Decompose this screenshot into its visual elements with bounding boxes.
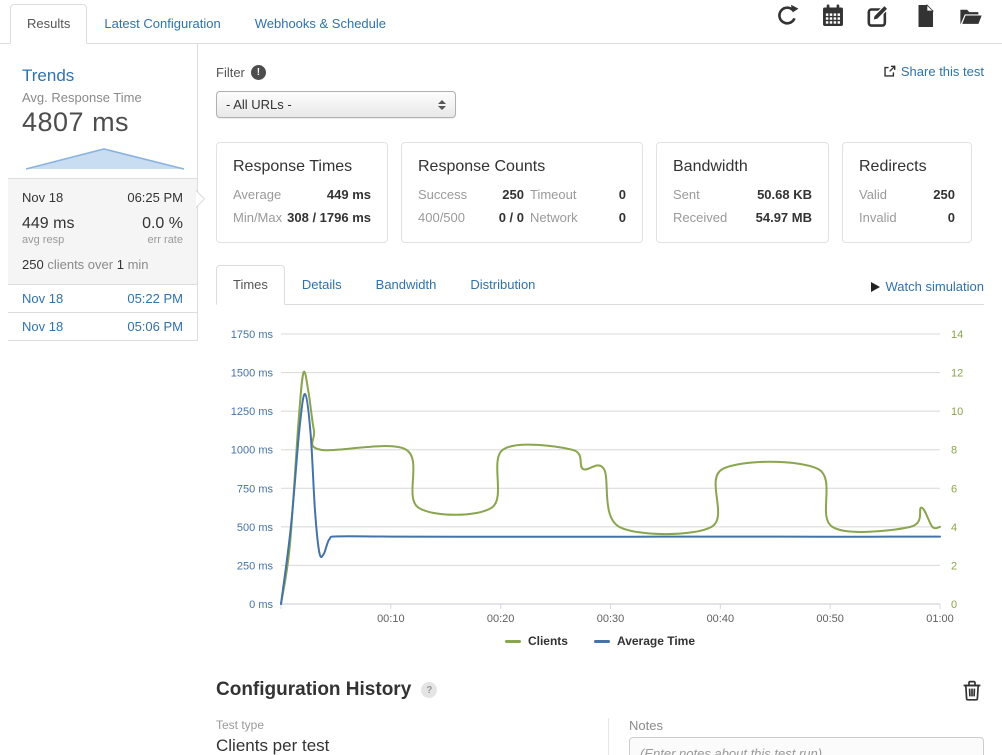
refresh-icon[interactable]	[774, 3, 800, 29]
chart-tab-bar: Times Details Bandwidth Distribution Wat…	[216, 265, 984, 305]
err-rate-caption: err rate	[148, 234, 183, 246]
svg-text:00:50: 00:50	[816, 613, 844, 625]
svg-text:2: 2	[951, 560, 957, 572]
notes-label: Notes	[629, 718, 984, 733]
trend-run-item[interactable]: Nov 18 05:06 PM	[8, 313, 197, 341]
filter-label: Filter !	[216, 65, 266, 80]
run-date: Nov 18	[22, 190, 63, 205]
svg-text:6: 6	[951, 483, 957, 495]
summary-cards: Response Times Average449 ms Min/Max308 …	[216, 142, 984, 243]
notes-textarea[interactable]	[629, 737, 984, 755]
legend-item-average-time[interactable]: Average Time	[594, 634, 695, 648]
avg-response-time-label: Avg. Response Time	[22, 90, 197, 105]
configuration-history-section: Configuration History ?	[216, 678, 984, 755]
bandwidth-card: Bandwidth Sent50.68 KB Received54.97 MB	[656, 142, 829, 243]
url-filter-select[interactable]: - All URLs -	[216, 91, 456, 118]
svg-text:0 ms: 0 ms	[249, 599, 273, 611]
tab-latest-configuration[interactable]: Latest Configuration	[87, 4, 237, 44]
main-tabs: Results Latest Configuration Webhooks & …	[10, 4, 403, 43]
svg-text:00:40: 00:40	[707, 613, 735, 625]
calendar-icon[interactable]	[820, 3, 846, 29]
share-icon	[883, 65, 896, 78]
trends-sidebar: Trends Avg. Response Time 4807 ms Nov 18…	[0, 44, 198, 341]
svg-text:10: 10	[951, 406, 963, 418]
configuration-history-title: Configuration History	[216, 679, 411, 701]
run-time: 06:25 PM	[127, 190, 183, 205]
run-date-link[interactable]: Nov 18	[22, 291, 63, 306]
test-type-value: Clients per test	[216, 736, 606, 755]
tab-times[interactable]: Times	[216, 265, 285, 305]
svg-text:1500 ms: 1500 ms	[231, 368, 274, 380]
svg-text:1750 ms: 1750 ms	[231, 329, 274, 341]
svg-text:4: 4	[951, 522, 957, 534]
card-title: Response Times	[233, 158, 371, 176]
help-icon[interactable]: ?	[421, 682, 437, 698]
run-avg-response: 449 ms	[22, 215, 74, 233]
run-error-rate: 0.0 %	[142, 215, 183, 233]
avg-resp-caption: avg resp	[22, 234, 64, 246]
delete-run-button[interactable]	[960, 678, 984, 702]
filter-info-icon[interactable]: !	[251, 65, 266, 80]
url-filter-value: - All URLs -	[226, 97, 292, 112]
tab-bandwidth[interactable]: Bandwidth	[359, 265, 454, 305]
times-chart-container: 0 ms 0 250 ms 2 500 ms 4 750 ms 6 1000 ms 8 1250 m…	[216, 317, 984, 648]
chart-legend: Clients Average Time	[216, 634, 984, 648]
tab-distribution[interactable]: Distribution	[453, 265, 552, 305]
trash-icon	[960, 678, 984, 702]
trend-sparkline	[24, 142, 186, 172]
top-tab-bar: Results Latest Configuration Webhooks & …	[0, 0, 1002, 44]
card-title: Redirects	[859, 158, 955, 176]
avg-response-time-value: 4807 ms	[22, 107, 197, 138]
trend-run-item[interactable]: Nov 18 05:22 PM	[8, 285, 197, 313]
content-area: Trends Avg. Response Time 4807 ms Nov 18…	[0, 44, 1002, 755]
svg-text:750 ms: 750 ms	[237, 483, 274, 495]
svg-text:01:00: 01:00	[926, 613, 954, 625]
svg-text:14: 14	[951, 329, 963, 341]
average-time-swatch-icon	[594, 640, 610, 643]
file-icon[interactable]	[912, 3, 938, 29]
svg-text:00:30: 00:30	[597, 613, 625, 625]
card-title: Response Counts	[418, 158, 626, 176]
svg-text:12: 12	[951, 368, 963, 380]
test-results-page: Results Latest Configuration Webhooks & …	[0, 0, 1002, 755]
svg-text:0: 0	[951, 599, 957, 611]
run-clients-summary: 250 clients over 1 min	[22, 257, 183, 272]
toolbar-actions	[774, 3, 984, 29]
response-counts-card: Response Counts Success250 Timeout0 400/…	[401, 142, 643, 243]
clients-swatch-icon	[505, 640, 521, 643]
trends-title: Trends	[22, 66, 197, 86]
card-title: Bandwidth	[673, 158, 812, 176]
svg-text:00:10: 00:10	[377, 613, 405, 625]
legend-item-clients[interactable]: Clients	[505, 634, 568, 648]
trend-run-selected[interactable]: Nov 18 06:25 PM 449 ms 0.0 % avg resp er…	[8, 178, 197, 285]
tab-results[interactable]: Results	[10, 4, 87, 44]
compose-icon[interactable]	[866, 3, 892, 29]
trend-run-list: Nov 18 06:25 PM 449 ms 0.0 % avg resp er…	[8, 178, 197, 341]
open-folder-icon[interactable]	[958, 3, 984, 29]
svg-text:500 ms: 500 ms	[237, 522, 274, 534]
svg-text:1250 ms: 1250 ms	[231, 406, 274, 418]
test-type-label: Test type	[216, 718, 606, 732]
run-date-link[interactable]: Nov 18	[22, 319, 63, 334]
svg-text:00:20: 00:20	[487, 613, 515, 625]
run-time-link[interactable]: 05:06 PM	[127, 319, 183, 334]
select-arrows-icon	[438, 100, 446, 110]
run-time-link[interactable]: 05:22 PM	[127, 291, 183, 306]
results-main: Filter ! - All URLs - Share this test Re…	[198, 44, 1002, 755]
svg-text:1000 ms: 1000 ms	[231, 445, 274, 457]
tab-details[interactable]: Details	[285, 265, 359, 305]
times-chart: 0 ms 0 250 ms 2 500 ms 4 750 ms 6 1000 ms 8 1250 m…	[216, 317, 982, 627]
svg-text:8: 8	[951, 445, 957, 457]
tab-webhooks-schedule[interactable]: Webhooks & Schedule	[238, 4, 403, 44]
watch-simulation-link[interactable]: Watch simulation	[871, 279, 985, 304]
svg-text:250 ms: 250 ms	[237, 560, 274, 572]
share-test-link[interactable]: Share this test	[883, 64, 984, 79]
response-times-card: Response Times Average449 ms Min/Max308 …	[216, 142, 388, 243]
play-icon	[871, 282, 880, 292]
redirects-card: Redirects Valid250 Invalid0	[842, 142, 972, 243]
